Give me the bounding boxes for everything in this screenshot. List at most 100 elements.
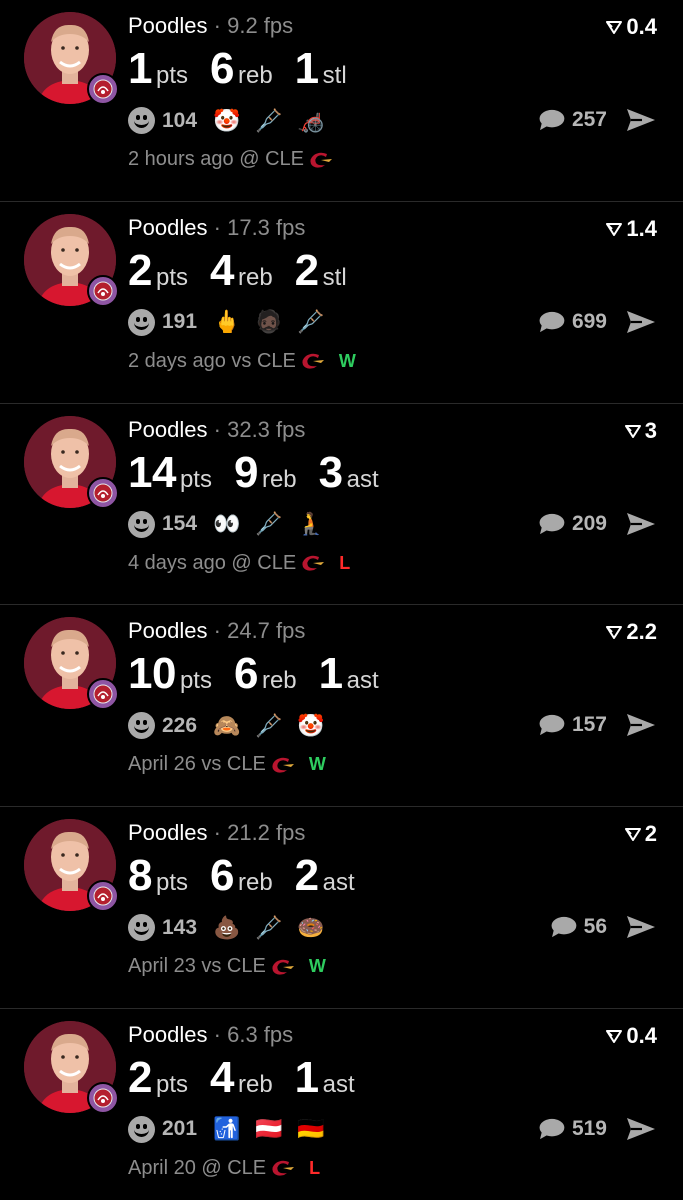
send-icon[interactable]: [624, 913, 658, 941]
reaction-emoji[interactable]: 🚮: [213, 1116, 241, 1142]
vote-score[interactable]: 0.4: [606, 14, 657, 40]
reaction-emoji[interactable]: 🧔🏿: [255, 309, 283, 335]
game-location: @ CLE: [231, 551, 297, 574]
reaction-emoji[interactable]: 🦽: [297, 108, 325, 134]
reactions-row[interactable]: 201 🚮 🇦🇹 🇩🇪: [128, 1115, 339, 1143]
game-card[interactable]: Poodles · 6.3 fps 0.4 2 pts 4 reb 1 ast 201 🚮…: [0, 1009, 683, 1200]
send-icon[interactable]: [624, 1115, 658, 1143]
reaction-emoji[interactable]: 🩼: [255, 713, 283, 739]
player-name[interactable]: Poodles: [128, 820, 208, 845]
game-card[interactable]: Poodles · 17.3 fps 1.4 2 pts 4 reb 2 stl 191 …: [0, 202, 683, 404]
reaction-emoji[interactable]: 🍩: [297, 915, 325, 941]
player-name[interactable]: Poodles: [128, 13, 208, 38]
game-card[interactable]: Poodles · 9.2 fps 0.4 1 pts 6 reb 1 stl 104 🤡…: [0, 0, 683, 202]
stat-number: 6: [210, 44, 234, 93]
game-card[interactable]: Poodles · 32.3 fps 3 14 pts 9 reb 3 ast 154 👀…: [0, 404, 683, 606]
vote-score[interactable]: 2.2: [606, 619, 657, 645]
vote-score[interactable]: 2: [624, 821, 657, 847]
comments-button[interactable]: 209: [537, 512, 607, 536]
game-card[interactable]: Poodles · 21.2 fps 2 8 pts 6 reb 2 ast 143 💩 🩼…: [0, 807, 683, 1009]
reactions-row[interactable]: 191 🖕 🧔🏿 🩼: [128, 308, 339, 336]
smiley-reaction-icon[interactable]: [128, 914, 155, 942]
cavaliers-logo-icon: [302, 555, 325, 571]
stat-number: 14: [128, 447, 176, 497]
score-value: 1.4: [626, 215, 657, 241]
game-info: April 23 vs CLE W: [128, 955, 326, 978]
stat-number: 10: [128, 649, 176, 699]
player-name[interactable]: Poodles: [128, 417, 208, 442]
stat-number: 2: [294, 245, 319, 295]
game-time: April 23: [128, 955, 196, 978]
reaction-emoji[interactable]: 🩼: [297, 309, 325, 335]
game-location: vs CLE: [201, 955, 266, 978]
send-icon[interactable]: [624, 510, 658, 538]
game-result: L: [309, 1157, 321, 1178]
player-name[interactable]: Poodles: [128, 215, 208, 240]
reaction-emoji[interactable]: 🧎: [297, 511, 325, 537]
raptors-badge-icon: [87, 274, 119, 307]
comments-button[interactable]: 157: [537, 713, 607, 737]
smiley-reaction-icon[interactable]: [128, 107, 155, 134]
reaction-emoji[interactable]: 💩: [213, 915, 241, 941]
raptors-badge-icon: [87, 73, 119, 105]
fantasy-points: 9.2 fps: [227, 13, 294, 38]
reactions-row[interactable]: 143 💩 🩼 🍩: [128, 914, 339, 942]
game-time: 2 days ago: [128, 349, 226, 372]
stat-item: 6 reb: [234, 649, 297, 699]
game-info: 2 days ago vs CLE W: [128, 350, 356, 373]
send-icon[interactable]: [624, 106, 658, 134]
game-location: @ CLE: [201, 1156, 267, 1179]
game-info: 4 days ago @ CLE L: [128, 552, 350, 575]
send-icon[interactable]: [624, 711, 658, 739]
comment-count: 56: [583, 915, 607, 939]
comments-button[interactable]: 257: [537, 108, 607, 132]
raptors-badge-icon: [87, 678, 119, 711]
stat-line: 10 pts 6 reb 1 ast: [128, 649, 401, 699]
stat-item: 1 stl: [295, 44, 347, 94]
smiley-reaction-icon[interactable]: [128, 712, 155, 740]
vote-score[interactable]: 3: [624, 418, 657, 444]
reaction-emojis: 🙈 🩼 🤡: [213, 713, 339, 739]
player-name[interactable]: Poodles: [128, 618, 208, 643]
raptors-badge-icon: [87, 476, 119, 509]
reaction-emoji[interactable]: 👀: [213, 511, 241, 537]
reactions-row[interactable]: 104 🤡 🩼 🦽: [128, 107, 339, 134]
game-location: vs CLE: [231, 349, 296, 372]
stat-label: pts: [155, 62, 188, 89]
stat-line: 8 pts 6 reb 2 ast: [128, 851, 377, 901]
stat-line: 2 pts 4 reb 2 stl: [128, 246, 369, 296]
reaction-emoji[interactable]: 🙈: [213, 713, 241, 739]
send-icon[interactable]: [624, 308, 658, 336]
comments-button[interactable]: 56: [549, 915, 607, 939]
game-card[interactable]: Poodles · 24.7 fps 2.2 10 pts 6 reb 1 ast 226…: [0, 605, 683, 808]
game-feed: Poodles · 9.2 fps 0.4 1 pts 6 reb 1 stl 104 🤡…: [0, 0, 683, 1200]
reaction-emoji[interactable]: 🩼: [255, 108, 283, 134]
comments-button[interactable]: 699: [537, 310, 607, 334]
reactions-row[interactable]: 226 🙈 🩼 🤡: [128, 712, 339, 740]
reaction-emoji[interactable]: 🩼: [255, 915, 283, 941]
reaction-emoji[interactable]: 🇩🇪: [297, 1116, 325, 1142]
vote-score[interactable]: 0.4: [606, 1023, 657, 1049]
vote-score[interactable]: 1.4: [606, 216, 657, 242]
stat-label: pts: [179, 667, 212, 695]
cavaliers-logo-icon: [272, 1161, 295, 1177]
reaction-emoji[interactable]: 🩼: [255, 511, 283, 537]
smiley-reaction-icon[interactable]: [128, 1115, 155, 1143]
upvote-caret-icon: [606, 1029, 623, 1043]
stat-label: reb: [237, 62, 273, 89]
reactions-row[interactable]: 154 👀 🩼 🧎: [128, 510, 339, 538]
card-header: Poodles · 32.3 fps: [128, 417, 305, 443]
stat-number: 1: [294, 1052, 319, 1102]
stat-item: 1 pts: [128, 44, 188, 94]
player-name[interactable]: Poodles: [128, 1022, 208, 1047]
smiley-reaction-icon[interactable]: [128, 510, 155, 538]
stat-item: 8 pts: [128, 851, 188, 901]
reaction-emoji[interactable]: 🇦🇹: [255, 1116, 283, 1142]
comments-button[interactable]: 519: [537, 1117, 607, 1141]
smiley-reaction-icon[interactable]: [128, 308, 155, 336]
reaction-emoji[interactable]: 🤡: [297, 713, 325, 739]
reaction-emoji[interactable]: 🖕: [213, 309, 241, 335]
stat-number: 2: [128, 245, 152, 295]
reaction-emoji[interactable]: 🤡: [213, 108, 241, 134]
reaction-emojis: 🚮 🇦🇹 🇩🇪: [213, 1116, 339, 1142]
